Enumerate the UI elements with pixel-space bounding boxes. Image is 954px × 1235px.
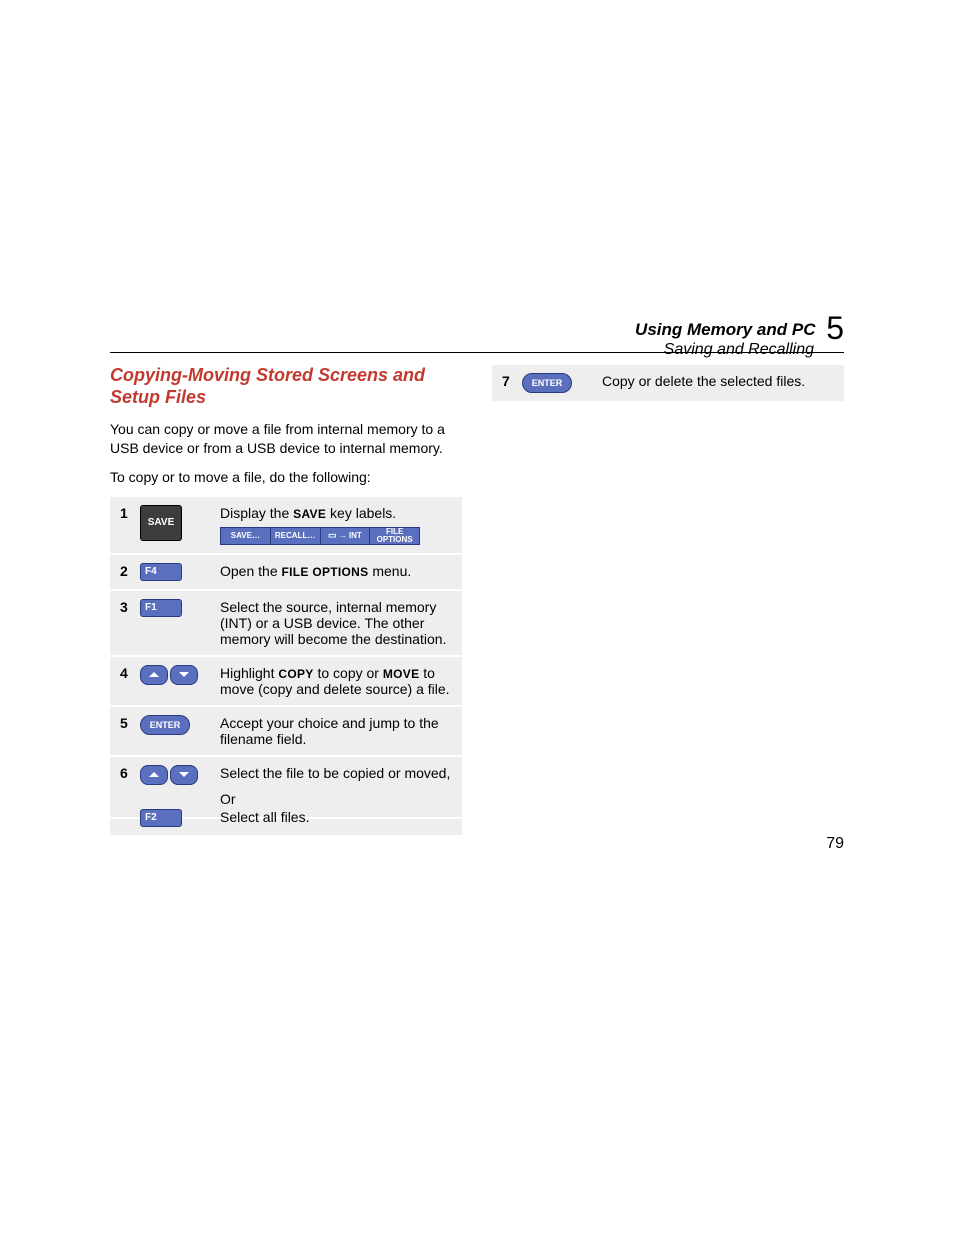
softkey-recall: RECALL… bbox=[271, 528, 321, 544]
step-num-7: 7 bbox=[502, 373, 522, 389]
softkey-save: SAVE… bbox=[221, 528, 271, 544]
step-desc-3: Select the source, internal memory (INT)… bbox=[220, 599, 452, 647]
right-column: 7 ENTER Copy or delete the selected file… bbox=[492, 365, 844, 835]
step-desc-6b: Select all files. bbox=[220, 809, 452, 825]
updown-key-icon-2 bbox=[140, 765, 198, 785]
softkey-int: ▭ → INT bbox=[321, 528, 371, 544]
step-key-3: F1 bbox=[140, 599, 220, 617]
f1-key-icon: F1 bbox=[140, 599, 182, 617]
f2-key-icon: F2 bbox=[140, 809, 182, 827]
up-arrow-icon-2 bbox=[140, 765, 168, 785]
chapter-number: 5 bbox=[820, 310, 844, 346]
lead-paragraph: To copy or to move a file, do the follow… bbox=[110, 468, 462, 487]
section-title: Copying-Moving Stored Screens and Setup … bbox=[110, 365, 462, 408]
up-arrow-icon bbox=[140, 665, 168, 685]
step-num-3: 3 bbox=[120, 599, 140, 615]
intro-paragraph: You can copy or move a file from interna… bbox=[110, 420, 462, 458]
header-rule bbox=[110, 352, 844, 353]
step-row-3: 3 F1 Select the source, internal memory … bbox=[110, 591, 462, 657]
step-row-1: 1 SAVE Display the SAVE key labels. SAVE… bbox=[110, 497, 462, 555]
step-desc-7: Copy or delete the selected files. bbox=[602, 373, 834, 389]
header-subtitle: Saving and Recalling bbox=[110, 341, 844, 359]
step-key-6b: F2 bbox=[140, 809, 220, 827]
step-key-6a bbox=[140, 765, 220, 785]
header-title: Using Memory and PC bbox=[635, 320, 815, 339]
left-column: Copying-Moving Stored Screens and Setup … bbox=[110, 365, 462, 835]
step-row-5: 5 ENTER Accept your choice and jump to t… bbox=[110, 707, 462, 757]
updown-key-icon bbox=[140, 665, 198, 685]
step-desc-1: Display the SAVE key labels. SAVE… RECAL… bbox=[220, 505, 452, 545]
step-key-4 bbox=[140, 665, 220, 685]
enter-key-icon: ENTER bbox=[140, 715, 190, 735]
down-arrow-icon-2 bbox=[170, 765, 198, 785]
step-desc-2: Open the FILE OPTIONS menu. bbox=[220, 563, 452, 579]
step-num-5: 5 bbox=[120, 715, 140, 731]
step-desc-4: Highlight COPY to copy or MOVE to move (… bbox=[220, 665, 452, 697]
f4-key-icon: F4 bbox=[140, 563, 182, 581]
step-desc-6: Select the file to be copied or moved, O… bbox=[220, 765, 452, 809]
step-row-6b: F2 Select all files. bbox=[110, 809, 462, 835]
step-row-4: 4 Highlight COPY to copy or MOVE to move… bbox=[110, 657, 462, 707]
page-number: 79 bbox=[826, 835, 844, 853]
softkey-file-options: FILEOPTIONS bbox=[370, 528, 419, 544]
step-6-or: Or bbox=[220, 791, 452, 807]
steps-table-left: 1 SAVE Display the SAVE key labels. SAVE… bbox=[110, 497, 462, 835]
down-arrow-icon bbox=[170, 665, 198, 685]
step-key-2: F4 bbox=[140, 563, 220, 581]
step-num-2: 2 bbox=[120, 563, 140, 579]
step-desc-5: Accept your choice and jump to the filen… bbox=[220, 715, 452, 747]
step-key-1: SAVE bbox=[140, 505, 220, 541]
step-key-7: ENTER bbox=[522, 373, 602, 393]
step-row-2: 2 F4 Open the FILE OPTIONS menu. bbox=[110, 555, 462, 591]
enter-key-icon-2: ENTER bbox=[522, 373, 572, 393]
step-num-4: 4 bbox=[120, 665, 140, 681]
steps-table-right: 7 ENTER Copy or delete the selected file… bbox=[492, 365, 844, 401]
save-key-icon: SAVE bbox=[140, 505, 182, 541]
softkey-menubar: SAVE… RECALL… ▭ → INT FILEOPTIONS bbox=[220, 527, 420, 545]
step-num-6: 6 bbox=[120, 765, 140, 781]
step-key-5: ENTER bbox=[140, 715, 220, 735]
step-row-7: 7 ENTER Copy or delete the selected file… bbox=[492, 365, 844, 401]
step-num-1: 1 bbox=[120, 505, 140, 521]
